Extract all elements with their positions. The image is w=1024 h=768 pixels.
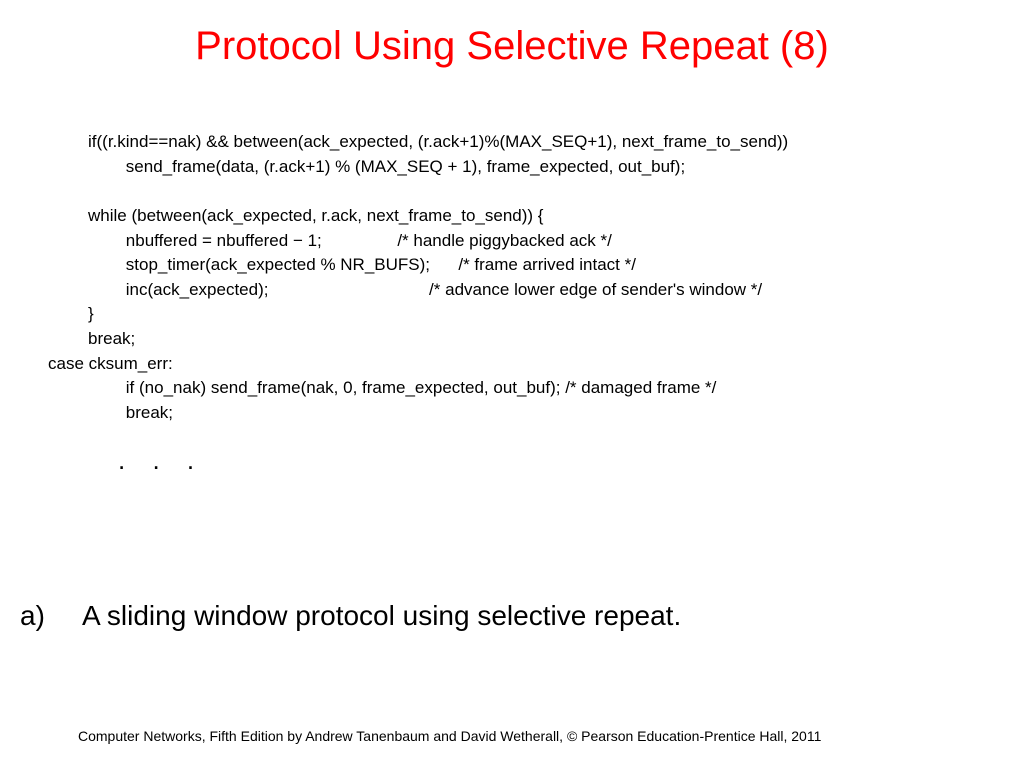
slide-title: Protocol Using Selective Repeat (8) xyxy=(0,0,1024,79)
code-line: send_frame(data, (r.ack+1) % (MAX_SEQ + … xyxy=(88,157,685,176)
footer-citation: Computer Networks, Fifth Edition by Andr… xyxy=(78,728,1004,744)
code-line: break; xyxy=(88,329,135,348)
code-line: break; xyxy=(88,403,173,422)
code-line: stop_timer(ack_expected % NR_BUFS); /* f… xyxy=(88,255,636,274)
continuation-ellipsis: . . . xyxy=(118,445,204,476)
caption-text: A sliding window protocol using selectiv… xyxy=(82,600,681,632)
code-line: while (between(ack_expected, r.ack, next… xyxy=(88,206,543,225)
code-line: if((r.kind==nak) && between(ack_expected… xyxy=(88,132,788,151)
caption: a) A sliding window protocol using selec… xyxy=(20,600,681,632)
caption-label: a) xyxy=(20,600,80,632)
code-block: if((r.kind==nak) && between(ack_expected… xyxy=(88,130,1004,426)
code-line: case cksum_err: xyxy=(48,352,173,377)
code-line: } xyxy=(88,304,94,323)
code-line: inc(ack_expected); /* advance lower edge… xyxy=(88,280,762,299)
code-line: if (no_nak) send_frame(nak, 0, frame_exp… xyxy=(88,378,716,397)
code-line: nbuffered = nbuffered − 1; /* handle pig… xyxy=(88,231,612,250)
